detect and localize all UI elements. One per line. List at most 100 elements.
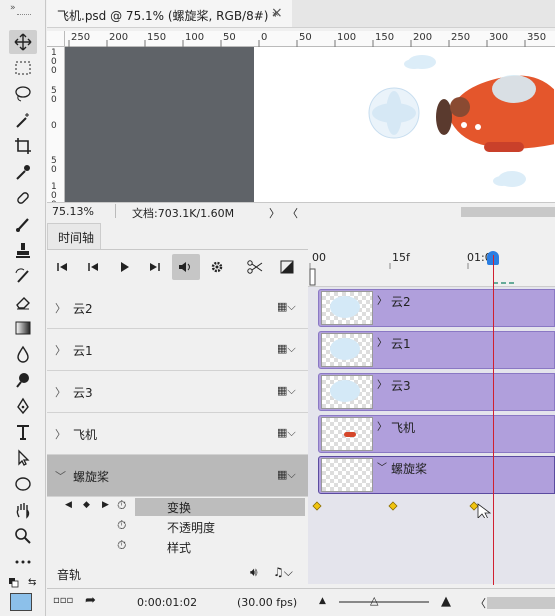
layer-name: 云2 [73,302,93,316]
clip-yun1[interactable]: 〉 云1 [318,331,555,369]
horizontal-ruler[interactable]: 250 200 150 100 50 0 50 100 150 200 250 … [65,31,555,47]
layer-row-yun3[interactable]: 〉 云3 ▦⌵ [47,371,308,413]
layer-row-yun2[interactable]: 〉 云2 ▦⌵ [47,287,308,329]
more-tools-icon[interactable] [9,550,37,574]
foreground-color-swatch[interactable] [10,593,32,611]
default-colors-icon[interactable] [9,577,19,588]
collapse-icon[interactable]: » [10,3,16,13]
clip-yun2[interactable]: 〉 云2 [318,289,555,327]
stopwatch-icon[interactable]: ⏱ [117,518,126,533]
transition-icon[interactable] [273,254,301,280]
scroll-left-arrow[interactable]: 〈 [287,205,298,221]
property-row-opacity[interactable]: ⏱ 不透明度 [47,517,308,537]
layer-name: 云1 [73,344,93,358]
film-strip-icon[interactable]: ▦⌵ [277,342,296,356]
film-strip-icon[interactable]: ▦⌵ [277,384,296,398]
go-to-first-frame-icon[interactable] [49,254,77,280]
stamp-tool-icon[interactable] [9,238,37,262]
settings-gear-icon[interactable] [203,254,231,280]
move-tool-icon[interactable] [9,30,37,54]
zoom-level[interactable]: 75.13% [52,205,94,218]
eraser-tool-icon[interactable] [9,290,37,314]
render-video-icon[interactable]: ➦ [85,593,96,608]
grip-icon [17,14,31,16]
tab-timeline[interactable]: 时间轴 [47,223,101,249]
film-strip-icon[interactable]: ▦⌵ [277,426,296,440]
clip-yun3[interactable]: 〉 云3 [318,373,555,411]
audio-icon[interactable] [172,254,200,280]
ruler-label: 50 [223,32,236,43]
layer-name: 云3 [73,386,93,400]
path-select-icon[interactable] [9,446,37,470]
divider [115,204,116,218]
music-note-icon[interactable]: ♫⌵ [273,565,293,580]
next-frame-icon[interactable] [141,254,169,280]
expand-icon[interactable]: 〉 [55,426,66,442]
film-strip-icon[interactable]: ▦⌵ [277,300,296,314]
collapse-icon[interactable]: ﹀ [55,468,66,484]
ruler-label: 0 [261,32,268,43]
previous-frame-icon[interactable] [79,254,107,280]
next-keyframe-icon[interactable]: ▶ [102,500,109,510]
stopwatch-icon[interactable]: ⏱ [117,498,126,513]
zoom-in-icon[interactable]: ▲ [441,594,451,609]
zoom-slider[interactable] [339,601,429,603]
close-icon[interactable]: × [271,5,283,21]
zoom-slider-handle[interactable]: △ [370,594,378,607]
marquee-tool-icon[interactable] [9,56,37,80]
ruler-label: 100 [337,32,357,43]
clip-label: 飞机 [391,421,416,435]
timeline-scrollbar[interactable] [487,597,555,609]
dodge-tool-icon[interactable] [9,368,37,392]
film-strip-icon[interactable]: ▦⌵ [277,468,296,482]
play-icon[interactable] [111,254,139,280]
expand-icon[interactable]: 〉 [55,300,66,316]
swap-colors-icon[interactable]: ⇆ [28,577,36,588]
blur-tool-icon[interactable] [9,342,37,366]
zoom-out-icon[interactable]: ▲ [319,596,326,606]
expand-icon[interactable]: 〉 [55,384,66,400]
frame-mode-icon[interactable]: ▫▫▫ [53,595,73,606]
ruler-origin[interactable] [47,31,65,47]
add-keyframe-icon[interactable]: ◆ [83,500,90,510]
clip-feiji[interactable]: 〉 飞机 [318,415,555,453]
vertical-ruler[interactable]: 1 0 0 5 0 0 5 0 1 0 0 [47,47,65,210]
status-menu-arrow[interactable]: 〉 [269,205,280,221]
type-tool-icon[interactable] [9,420,37,444]
property-highlight [135,498,305,516]
stopwatch-icon[interactable]: ⏱ [117,538,126,553]
expand-icon[interactable]: 〉 [55,342,66,358]
horizontal-scrollbar[interactable] [461,207,555,217]
layer-row-feiji[interactable]: 〉 飞机 ▦⌵ [47,413,308,455]
clip-thumbnail [321,333,373,367]
clip-luoxuanjiang[interactable]: ﹀ 螺旋桨 [318,456,555,494]
magic-wand-icon[interactable] [9,108,37,132]
clip-label: 螺旋桨 [391,462,428,476]
document-canvas[interactable] [65,47,555,202]
clip-label: 云2 [391,295,411,309]
ellipse-tool-icon[interactable] [9,472,37,496]
speaker-icon[interactable]: 🔊︎ [250,565,258,580]
prev-keyframe-icon[interactable]: ◀ [65,500,72,510]
crop-tool-icon[interactable] [9,134,37,158]
status-bar: 75.13% 文档:703.1K/1.60M 〉 〈 [47,202,555,220]
brush-tool-icon[interactable] [9,212,37,236]
property-row-style[interactable]: ⏱ 样式 [47,537,308,557]
chevron-right-icon: 〉 [377,380,387,391]
healing-brush-icon[interactable] [9,186,37,210]
gradient-tool-icon[interactable] [9,316,37,340]
document-tab[interactable]: 飞机.psd @ 75.1% (螺旋桨, RGB/8#) * × [47,0,292,28]
split-scissors-icon[interactable] [241,254,269,280]
layer-row-yun1[interactable]: 〉 云1 ▦⌵ [47,329,308,371]
audio-track-row[interactable]: 音轨 🔊︎ ♫⌵ [47,562,308,586]
timeline-ruler[interactable]: 00 15f 01:00 [308,249,555,287]
scroll-left-arrow[interactable]: 〈 [475,595,486,611]
zoom-tool-icon[interactable] [9,524,37,548]
layer-row-luoxuanjiang[interactable]: ﹀ 螺旋桨 ▦⌵ [47,455,308,497]
lasso-tool-icon[interactable] [9,82,37,106]
hand-tool-icon[interactable] [9,498,37,522]
eyedropper-icon[interactable] [9,160,37,184]
property-row-transform[interactable]: ◀ ◆ ▶ ⏱ 变换 [47,497,308,517]
history-brush-icon[interactable] [9,264,37,288]
pen-tool-icon[interactable] [9,394,37,418]
